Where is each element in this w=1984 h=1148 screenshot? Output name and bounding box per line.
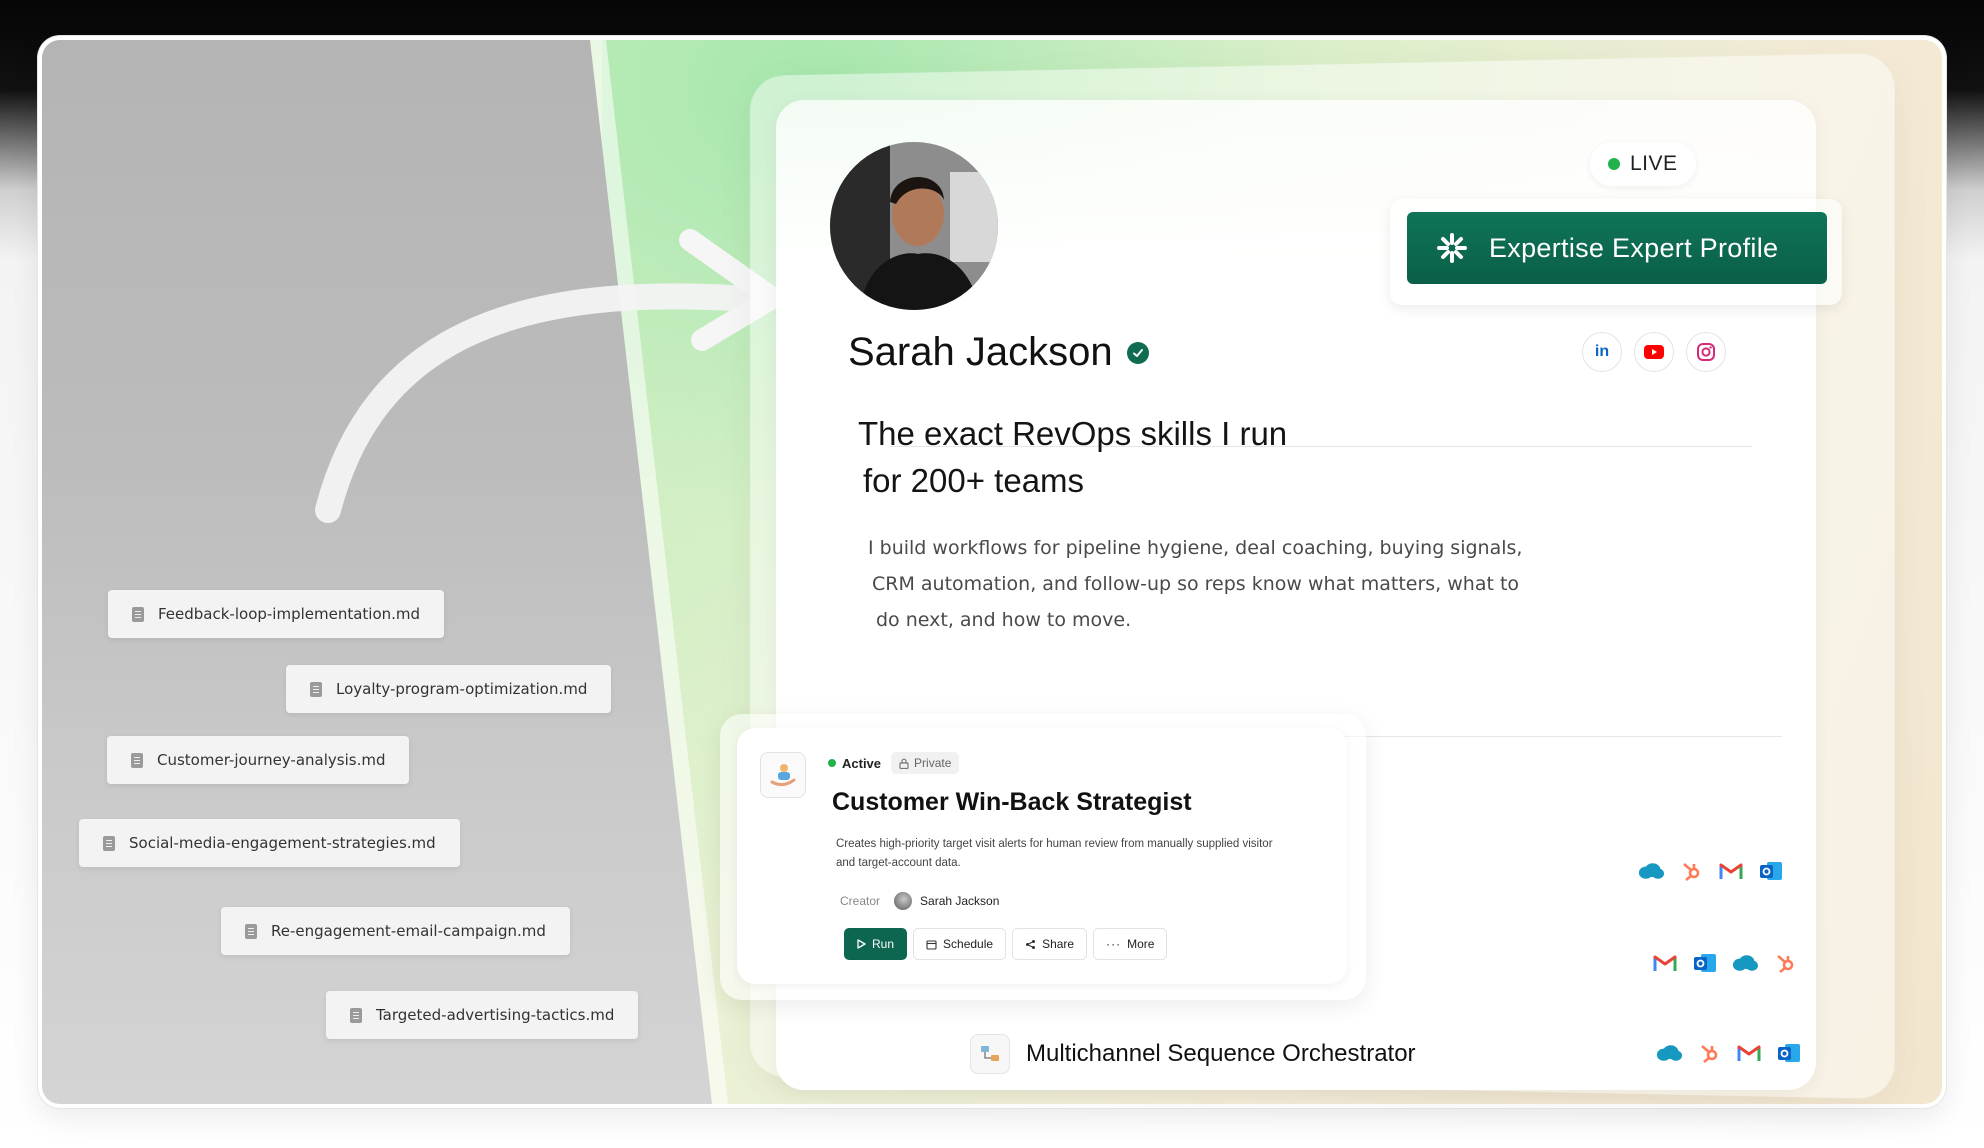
skill-tools-row: [1656, 1042, 1802, 1064]
skill-title-multichannel[interactable]: Multichannel Sequence Orchestrator: [1026, 1040, 1416, 1068]
document-icon: [103, 835, 115, 851]
salesforce-icon: [1638, 860, 1664, 882]
instagram-icon[interactable]: [1686, 332, 1726, 372]
verified-check-icon: [1126, 341, 1149, 364]
skill-tools-row: [1638, 860, 1784, 882]
headline-line: for 200+ teams: [863, 462, 1085, 499]
play-icon: [857, 939, 866, 949]
description-line: do next, and how to move.: [876, 609, 1132, 631]
schedule-label: Schedule: [943, 937, 994, 951]
salesforce-icon: [1732, 952, 1758, 974]
social-links: in: [1582, 332, 1726, 372]
expert-profile-banner[interactable]: Expertise Expert Profile: [1407, 212, 1827, 284]
share-button[interactable]: Share: [1012, 928, 1088, 960]
outlook-icon: [1776, 1042, 1802, 1064]
creator-row: Creator Sarah Jackson: [840, 892, 999, 910]
document-icon: [132, 606, 144, 622]
profile-headline: The exact RevOps skills I run for 200+ t…: [858, 410, 1378, 504]
outlook-icon: [1692, 952, 1718, 974]
headline-line: The exact RevOps skills I run: [858, 415, 1288, 452]
live-dot-icon: [1608, 158, 1620, 170]
youtube-icon[interactable]: [1634, 332, 1674, 372]
skill-actions: Run Schedule Share ··· More: [844, 928, 1168, 960]
skill-description: Creates high-priority target visit alert…: [836, 835, 1336, 873]
file-chip[interactable]: Re-engagement-email-campaign.md: [221, 907, 570, 955]
more-button[interactable]: ··· More: [1093, 928, 1168, 960]
profile-description: I build workflows for pipeline hygiene, …: [868, 530, 1548, 638]
run-label: Run: [872, 937, 895, 951]
workflow-icon: [970, 1034, 1010, 1074]
profile-name-text: Sarah Jackson: [848, 330, 1113, 374]
run-button[interactable]: Run: [844, 928, 908, 960]
more-label: More: [1127, 937, 1155, 951]
share-icon: [1026, 939, 1036, 949]
description-line: CRM automation, and follow-up so reps kn…: [872, 573, 1520, 595]
live-label: LIVE: [1630, 152, 1678, 175]
file-name: Feedback-loop-implementation.md: [158, 605, 421, 623]
file-chip[interactable]: Social-media-engagement-strategies.md: [79, 819, 460, 867]
outlook-icon: [1758, 860, 1784, 882]
skill-tools-row: [1652, 952, 1798, 974]
document-icon: [131, 752, 143, 768]
visibility-label: Private: [914, 756, 952, 770]
sparkle-logo-icon: [1437, 233, 1467, 263]
creator-label: Creator: [840, 894, 881, 908]
active-dot-icon: [828, 759, 836, 767]
gmail-icon: [1652, 952, 1678, 974]
creator-avatar: [894, 892, 913, 910]
live-status-pill: LIVE: [1590, 142, 1696, 186]
document-icon: [310, 681, 322, 697]
status-active: Active: [828, 756, 881, 771]
file-name: Targeted-advertising-tactics.md: [376, 1006, 615, 1024]
hubspot-icon: [1678, 860, 1704, 882]
status-label: Active: [842, 755, 882, 771]
more-dots-icon: ···: [1106, 937, 1122, 951]
description-line: I build workflows for pipeline hygiene, …: [868, 537, 1523, 559]
expert-profile-label: Expertise Expert Profile: [1489, 232, 1779, 263]
file-name: Loyalty-program-optimization.md: [336, 680, 588, 698]
skill-description-line: Creates high-priority target visit alert…: [836, 838, 1273, 850]
skill-title[interactable]: Customer Win-Back Strategist: [832, 788, 1192, 817]
avatar: [830, 142, 998, 310]
lock-icon: [899, 758, 909, 769]
file-chip[interactable]: Loyalty-program-optimization.md: [286, 665, 612, 713]
gmail-icon: [1718, 860, 1744, 882]
hubspot-icon: [1772, 952, 1798, 974]
file-name: Re-engagement-email-campaign.md: [271, 922, 546, 940]
salesforce-icon: [1656, 1042, 1682, 1064]
strategist-icon: [760, 752, 806, 798]
document-icon: [245, 923, 257, 939]
document-icon: [350, 1007, 362, 1023]
skill-status-row: Active Private: [828, 752, 960, 774]
calendar-icon: [926, 939, 937, 950]
linkedin-icon[interactable]: in: [1582, 332, 1622, 372]
file-chip[interactable]: Feedback-loop-implementation.md: [108, 590, 445, 638]
file-name: Social-media-engagement-strategies.md: [129, 834, 436, 852]
gmail-icon: [1736, 1042, 1762, 1064]
file-chip[interactable]: Customer-journey-analysis.md: [107, 736, 410, 784]
visibility-badge: Private: [891, 752, 960, 774]
share-label: Share: [1042, 937, 1075, 951]
schedule-button[interactable]: Schedule: [913, 928, 1007, 960]
hubspot-icon: [1696, 1042, 1722, 1064]
skill-description-line: and target-account data.: [836, 857, 961, 869]
profile-name: Sarah Jackson: [848, 330, 1149, 375]
creator-name[interactable]: Sarah Jackson: [920, 894, 999, 908]
file-name: Customer-journey-analysis.md: [157, 751, 386, 769]
file-chip[interactable]: Targeted-advertising-tactics.md: [326, 991, 639, 1039]
